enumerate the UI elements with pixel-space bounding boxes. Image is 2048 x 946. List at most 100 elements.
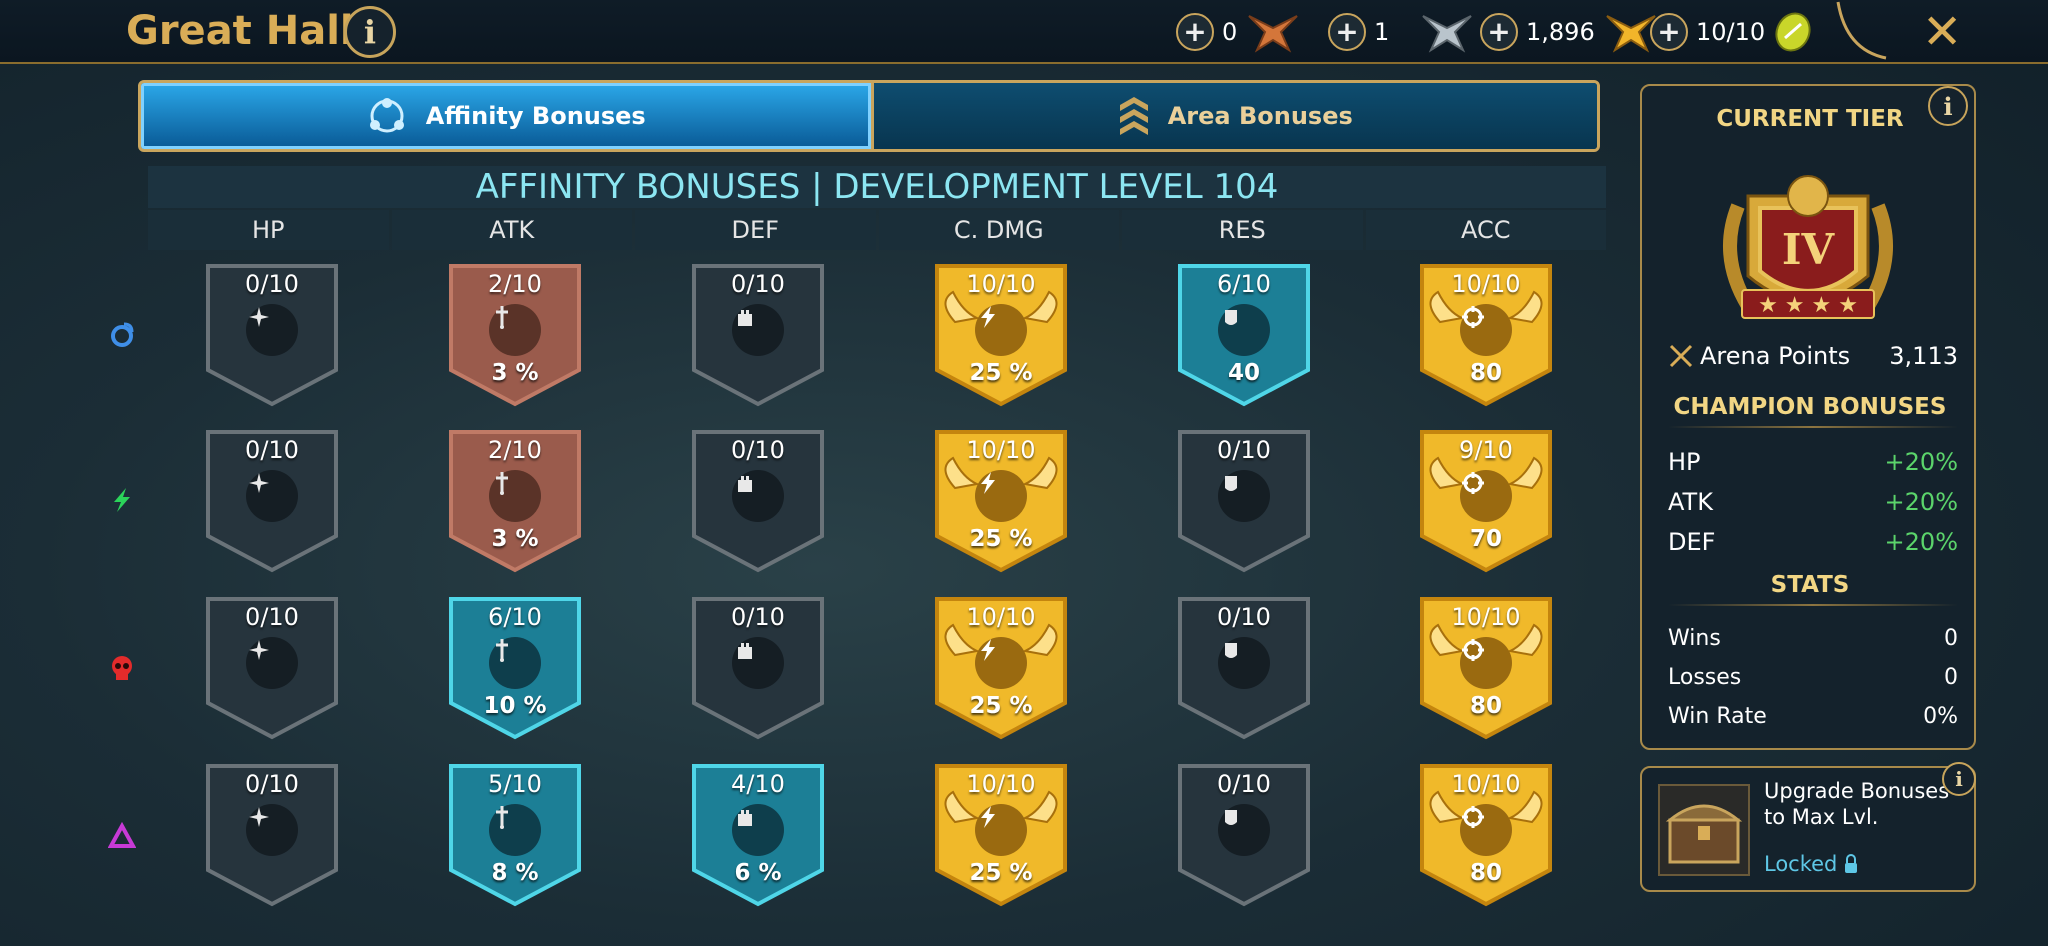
upgrade-status-label: Locked xyxy=(1764,852,1838,876)
bonus-level: 5/10 xyxy=(488,770,542,798)
bonus-shield[interactable]: 2/10 3 % xyxy=(447,428,583,574)
bonus-shield[interactable]: 10/10 25 % xyxy=(933,262,1069,408)
stat-label: Wins xyxy=(1668,626,1721,651)
stat-value: 0 xyxy=(1944,626,1958,651)
bonus-shield[interactable]: 6/10 40 xyxy=(1176,262,1312,408)
bonus-shield[interactable]: 0/10 xyxy=(690,428,826,574)
bonus-value: +20% xyxy=(1884,488,1958,516)
atk-icon xyxy=(489,637,541,689)
def-icon xyxy=(732,804,784,856)
currency-tokens[interactable]: + 10/10 xyxy=(1650,10,1815,54)
bonus-level: 2/10 xyxy=(488,270,542,298)
tab-affinity-label: Affinity Bonuses xyxy=(425,102,646,130)
add-icon[interactable]: + xyxy=(1650,13,1688,51)
bonus-shield[interactable]: 10/10 80 xyxy=(1418,595,1554,741)
bonus-shield[interactable]: 0/10 xyxy=(204,428,340,574)
bonus-value: 25 % xyxy=(969,860,1033,886)
add-icon[interactable]: + xyxy=(1328,13,1366,51)
bonus-value: 80 xyxy=(1469,360,1502,386)
res-icon xyxy=(1218,637,1270,689)
currency-silver-value: 1 xyxy=(1374,18,1390,46)
crit-damage-icon xyxy=(975,304,1027,356)
bonus-value: 3 % xyxy=(491,360,539,386)
bonus-level: 0/10 xyxy=(731,270,785,298)
hp-icon xyxy=(246,637,298,689)
close-button[interactable]: ✕ xyxy=(1922,4,1962,60)
arena-token-icon xyxy=(1775,12,1811,52)
stat-label: Win Rate xyxy=(1668,704,1767,729)
tab-bar: Affinity Bonuses Area Bonuses xyxy=(138,80,1600,152)
bonus-shield[interactable]: 9/10 70 xyxy=(1418,428,1554,574)
stats-label: STATS xyxy=(1770,572,1850,598)
affinity-icon xyxy=(369,98,404,133)
bonus-level: 10/10 xyxy=(966,603,1036,631)
res-icon xyxy=(1218,470,1270,522)
bonus-shield[interactable]: 10/10 25 % xyxy=(933,762,1069,908)
arena-points-row: Arena Points 3,113 xyxy=(1668,342,1958,370)
arena-points-label: Arena Points xyxy=(1700,342,1851,370)
currency-gold-value: 1,896 xyxy=(1526,18,1595,46)
stat-label: Losses xyxy=(1668,665,1742,690)
column-header: C. DMG xyxy=(878,210,1119,250)
bonus-level: 0/10 xyxy=(1217,436,1271,464)
bonus-shield[interactable]: 0/10 xyxy=(204,595,340,741)
bonus-shield[interactable]: 0/10 xyxy=(690,262,826,408)
info-icon[interactable]: i xyxy=(1942,762,1976,796)
bonus-value: 25 % xyxy=(969,693,1033,719)
bonus-shield[interactable]: 0/10 xyxy=(204,762,340,908)
bonus-shield[interactable]: 10/10 25 % xyxy=(933,428,1069,574)
bonus-level: 6/10 xyxy=(488,603,542,631)
currency-gold[interactable]: + 1,896 xyxy=(1480,10,1657,54)
bonus-shield[interactable]: 4/10 6 % xyxy=(690,762,826,908)
bonus-value: 80 xyxy=(1469,860,1502,886)
column-header: ACC xyxy=(1365,210,1606,250)
bonus-level: 0/10 xyxy=(1217,770,1271,798)
info-icon[interactable]: i xyxy=(344,6,396,58)
bonus-level: 6/10 xyxy=(1217,270,1271,298)
bonus-value: 8 % xyxy=(491,860,539,886)
page-title: Great Hall xyxy=(126,8,354,54)
bonus-row: DEF +20% xyxy=(1668,528,1958,556)
bonus-level: 0/10 xyxy=(245,436,299,464)
stat-value: 0% xyxy=(1923,704,1958,729)
bonus-level: 10/10 xyxy=(966,770,1036,798)
add-icon[interactable]: + xyxy=(1176,13,1214,51)
bonus-shield[interactable]: 5/10 8 % xyxy=(447,762,583,908)
bonus-shield[interactable]: 0/10 xyxy=(690,595,826,741)
add-icon[interactable]: + xyxy=(1480,13,1518,51)
currency-bronze[interactable]: + 0 xyxy=(1176,10,1299,54)
grid-title: AFFINITY BONUSES | DEVELOPMENT LEVEL 104 xyxy=(148,166,1606,208)
atk-icon xyxy=(489,304,541,356)
bonus-shield[interactable]: 10/10 80 xyxy=(1418,262,1554,408)
tier-panel: CURRENT TIER i IV ★ ★ ★ ★ Arena Points 3… xyxy=(1640,84,1976,750)
void-affinity-icon xyxy=(108,822,136,848)
tier-emblem: IV ★ ★ ★ ★ xyxy=(1723,175,1893,319)
hp-icon xyxy=(246,304,298,356)
currency-silver[interactable]: + 1 xyxy=(1328,10,1473,54)
stats-row: Win Rate 0% xyxy=(1668,704,1958,729)
bonus-shield[interactable]: 2/10 3 % xyxy=(447,262,583,408)
bonus-value: 10 % xyxy=(483,693,547,719)
chest-image xyxy=(1658,784,1750,876)
tab-area-bonuses[interactable]: Area Bonuses xyxy=(870,83,1597,149)
bonus-shield[interactable]: 10/10 80 xyxy=(1418,762,1554,908)
bonus-level: 0/10 xyxy=(1217,603,1271,631)
bonus-shield[interactable]: 10/10 25 % xyxy=(933,595,1069,741)
bonus-shield[interactable]: 0/10 xyxy=(204,262,340,408)
column-header: RES xyxy=(1122,210,1363,250)
bonus-shield[interactable]: 6/10 10 % xyxy=(447,595,583,741)
divider xyxy=(1668,426,1958,428)
bonus-shield[interactable]: 0/10 xyxy=(1176,762,1312,908)
info-icon[interactable]: i xyxy=(1928,86,1968,126)
arena-points-value: 3,113 xyxy=(1889,342,1958,370)
bonus-level: 0/10 xyxy=(245,270,299,298)
tab-affinity-bonuses[interactable]: Affinity Bonuses xyxy=(141,83,871,149)
bonus-value: 40 xyxy=(1227,360,1260,386)
bonus-stat: HP xyxy=(1668,448,1701,476)
upgrade-bonuses-card[interactable]: Upgrade Bonuses to Max Lvl. Locked i xyxy=(1640,762,1976,892)
bonus-shield[interactable]: 0/10 xyxy=(1176,595,1312,741)
crossed-swords-icon xyxy=(1669,344,1693,368)
bonus-shield[interactable]: 0/10 xyxy=(1176,428,1312,574)
bonus-value: +20% xyxy=(1884,528,1958,556)
res-icon xyxy=(1218,304,1270,356)
